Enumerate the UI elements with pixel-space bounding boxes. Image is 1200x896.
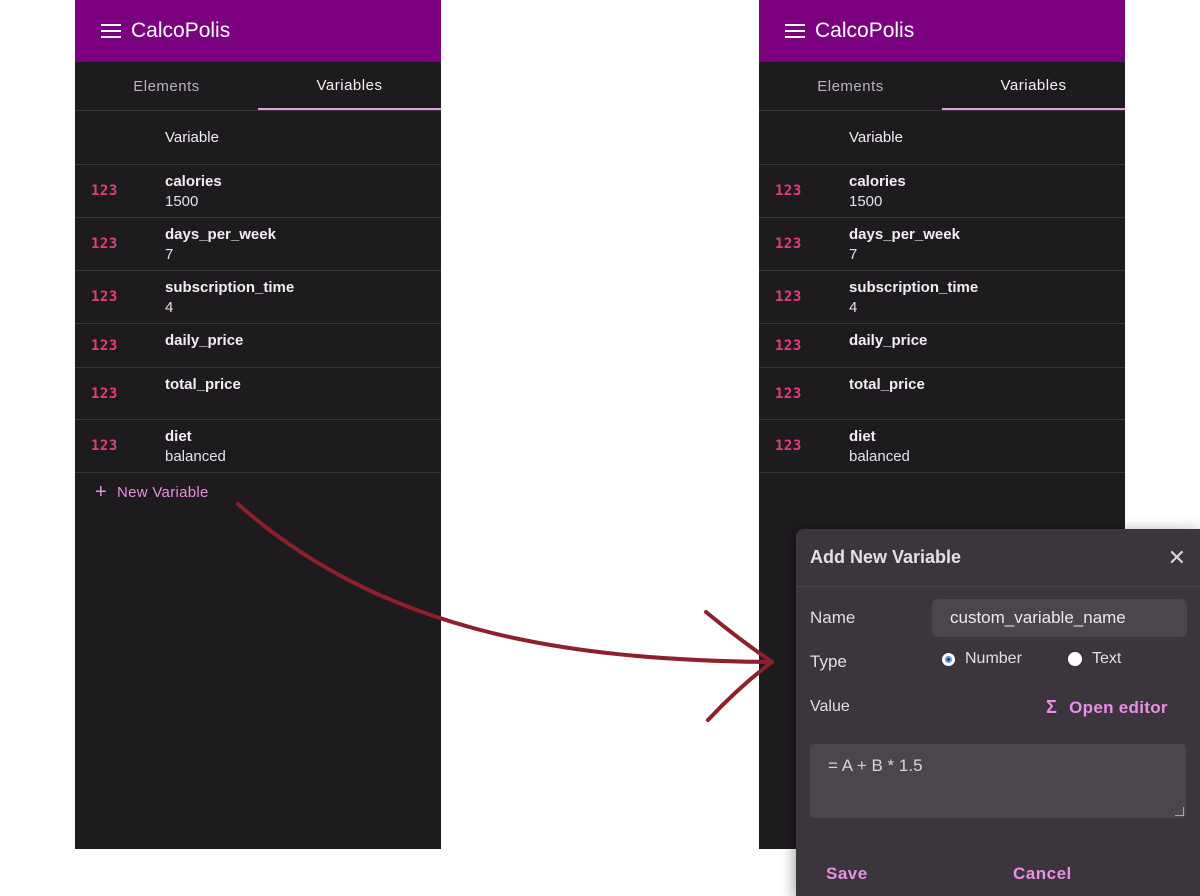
number-type-icon: 123 [775, 236, 802, 252]
variable-row[interactable]: 123 diet balanced [75, 420, 441, 473]
variable-name: total_price [165, 376, 241, 393]
number-type-icon: 123 [91, 438, 118, 454]
app-bar: CalcoPolis [759, 0, 1125, 62]
variable-value: 4 [165, 299, 174, 316]
variable-row[interactable]: 123 subscription_time 4 [75, 271, 441, 324]
type-label: Type [810, 652, 847, 671]
number-type-icon: 123 [775, 385, 802, 402]
variable-row[interactable]: 123 total_price [75, 368, 441, 420]
add-variable-dialog: Add New Variable ✕ Name custom_variable_… [796, 529, 1200, 896]
variable-name: calories [165, 173, 222, 190]
app-bar: CalcoPolis [75, 0, 441, 62]
tab-variables[interactable]: Variables [942, 62, 1125, 110]
variable-row[interactable]: 123 diet balanced [759, 420, 1125, 473]
tab-bar: Elements Variables [759, 62, 1125, 111]
variable-name: diet [165, 428, 192, 445]
number-type-icon: 123 [91, 289, 118, 305]
variable-name: daily_price [849, 332, 928, 349]
open-editor-label: Open editor [1069, 697, 1168, 717]
variable-row[interactable]: 123 daily_price [759, 324, 1125, 368]
left-screen: CalcoPolis Elements Variables Variable 1… [75, 0, 441, 849]
variable-row[interactable]: 123 days_per_week 7 [75, 218, 441, 271]
variable-row[interactable]: 123 daily_price [75, 324, 441, 368]
type-option-label: Number [965, 650, 1022, 667]
variable-row[interactable]: 123 calories 1500 [759, 165, 1125, 218]
number-type-icon: 123 [775, 438, 802, 454]
dialog-title: Add New Variable [810, 547, 962, 567]
variable-row[interactable]: 123 total_price [759, 368, 1125, 420]
variable-name: days_per_week [165, 226, 276, 243]
variable-row[interactable]: 123 days_per_week 7 [759, 218, 1125, 271]
name-label: Name [810, 608, 856, 627]
formula-textarea[interactable]: = A + B * 1.5 [810, 744, 1186, 818]
number-type-icon: 123 [91, 385, 118, 402]
variable-name: daily_price [165, 332, 244, 349]
variable-name: subscription_time [165, 279, 295, 296]
variable-name: calories [849, 173, 906, 190]
tab-elements[interactable]: Elements [75, 62, 258, 110]
hamburger-icon[interactable] [101, 24, 121, 38]
name-input[interactable]: custom_variable_name [932, 599, 1187, 637]
radio-checked-icon [942, 652, 955, 666]
variable-value: balanced [849, 448, 910, 465]
number-type-icon: 123 [775, 183, 802, 199]
variable-value: 1500 [849, 193, 883, 210]
type-radio-text[interactable]: Text [1068, 650, 1121, 668]
variable-value: balanced [165, 448, 226, 465]
variable-row[interactable]: 123 subscription_time 4 [759, 271, 1125, 324]
app-title: CalcoPolis [131, 19, 231, 42]
save-button[interactable]: Save [826, 864, 868, 884]
number-type-icon: 123 [91, 337, 118, 354]
variable-value: 4 [849, 299, 858, 316]
open-editor-button[interactable]: Σ Open editor [1046, 697, 1168, 718]
tab-bar: Elements Variables [75, 62, 441, 111]
cancel-button[interactable]: Cancel [1013, 864, 1072, 884]
plus-icon: + [95, 481, 107, 503]
sigma-icon: Σ [1046, 697, 1058, 717]
number-type-icon: 123 [91, 236, 118, 252]
tab-elements[interactable]: Elements [759, 62, 942, 110]
variable-row[interactable]: 123 calories 1500 [75, 165, 441, 218]
number-type-icon: 123 [775, 337, 802, 354]
type-radio-number[interactable]: Number [942, 650, 1022, 668]
app-title: CalcoPolis [815, 19, 915, 42]
variable-value: 1500 [165, 193, 199, 210]
variable-name: diet [849, 428, 876, 445]
hamburger-icon[interactable] [785, 24, 805, 38]
resize-handle-icon[interactable] [1175, 807, 1184, 816]
table-header: Variable [75, 111, 441, 165]
variable-name: total_price [849, 376, 925, 393]
formula-text: = A + B * 1.5 [828, 756, 923, 775]
new-variable-label: New Variable [116, 483, 209, 501]
close-icon[interactable]: ✕ [1168, 546, 1186, 569]
variable-value: 7 [849, 246, 858, 263]
type-option-label: Text [1092, 650, 1122, 667]
tab-variables[interactable]: Variables [258, 62, 441, 110]
variable-name: days_per_week [849, 226, 960, 243]
number-type-icon: 123 [91, 183, 118, 199]
value-label: Value [810, 698, 850, 715]
number-type-icon: 123 [775, 289, 802, 305]
radio-unchecked-icon [1068, 652, 1082, 666]
table-header: Variable [759, 111, 1125, 165]
variable-name: subscription_time [849, 279, 979, 296]
variable-value: 7 [165, 246, 174, 263]
dialog-header: Add New Variable ✕ [796, 529, 1200, 587]
new-variable-button[interactable]: + New Variable [75, 473, 441, 511]
